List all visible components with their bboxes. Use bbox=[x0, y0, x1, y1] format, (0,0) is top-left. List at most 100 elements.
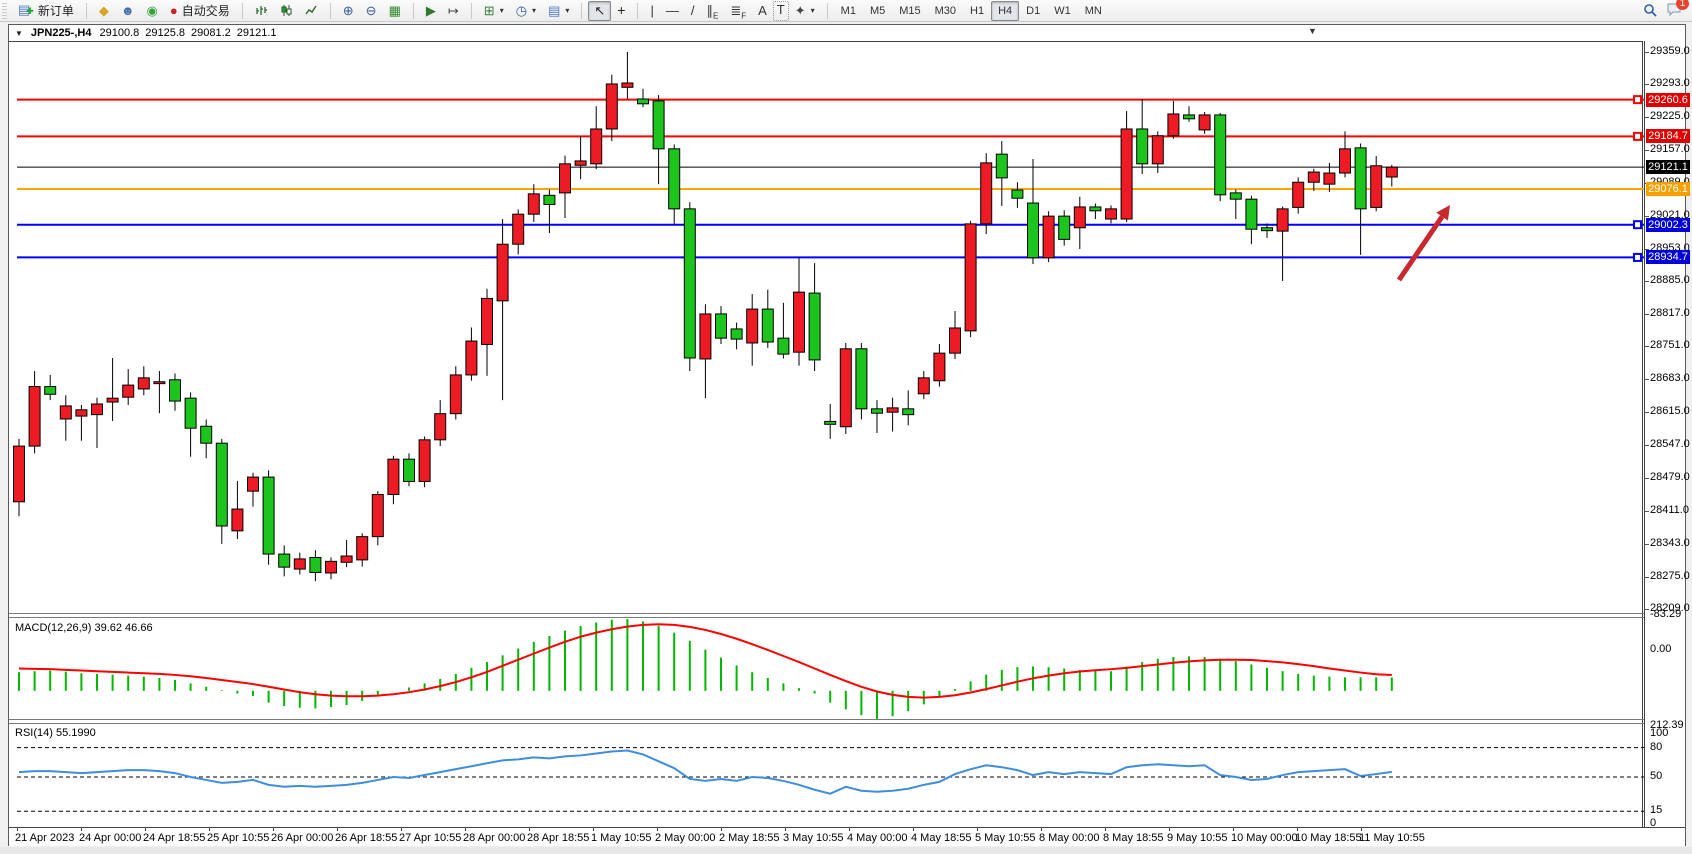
price-axis[interactable]: 29359.029293.029225.029157.029089.029021… bbox=[1644, 41, 1685, 827]
timeframe-w1[interactable]: W1 bbox=[1047, 1, 1078, 21]
zoom-in-icon[interactable]: ⊕ bbox=[337, 1, 360, 21]
template-icon: ▤ bbox=[548, 4, 560, 17]
rsi-panel[interactable] bbox=[17, 728, 1652, 826]
time-axis-label: 2 May 18:55 bbox=[719, 832, 780, 844]
timeframe-m15[interactable]: M15 bbox=[892, 1, 927, 21]
price-axis-label: 28817.0 bbox=[1650, 307, 1690, 319]
vertical-line-tool-icon[interactable]: | bbox=[644, 1, 659, 21]
indicators-button[interactable]: ⊞▾ bbox=[478, 1, 510, 21]
time-tick-mark bbox=[209, 828, 210, 831]
price-line-badge: 29121.1 bbox=[1646, 160, 1690, 174]
time-axis-label: 4 May 18:55 bbox=[911, 832, 972, 844]
line-chart-icon[interactable] bbox=[299, 1, 324, 21]
tile-windows-icon[interactable]: ▦ bbox=[383, 1, 407, 21]
trendline-tool-icon[interactable]: / bbox=[685, 1, 701, 21]
time-tick-mark bbox=[977, 828, 978, 831]
price-axis-label: -83.29 bbox=[1650, 608, 1681, 620]
time-axis-label: 1 May 10:55 bbox=[591, 832, 652, 844]
notification-badge: 1 bbox=[1676, 0, 1689, 10]
search-icon[interactable] bbox=[1643, 3, 1658, 18]
text-tool-icon[interactable]: A bbox=[752, 1, 773, 21]
time-tick-mark bbox=[657, 828, 658, 831]
price-axis-label: 15 bbox=[1650, 804, 1662, 816]
time-tick-mark bbox=[1105, 828, 1106, 831]
signal-icon[interactable]: ◉ bbox=[141, 1, 164, 21]
time-tick-mark bbox=[145, 828, 146, 831]
axis-tick-mark bbox=[1645, 445, 1649, 446]
time-axis-label: 9 May 10:55 bbox=[1167, 832, 1228, 844]
chart-window: ▼ JPN225-,H4 29100.8 29125.8 29081.2 291… bbox=[8, 24, 1686, 846]
timeframe-m30[interactable]: M30 bbox=[928, 1, 963, 21]
chart-shift-icon[interactable]: ↦ bbox=[442, 1, 465, 21]
bar-chart-icon[interactable] bbox=[249, 1, 274, 21]
time-tick-mark bbox=[273, 828, 274, 831]
candlestick-icon[interactable] bbox=[274, 1, 299, 21]
time-tick-mark bbox=[81, 828, 82, 831]
profile-icon[interactable]: ☻ bbox=[115, 1, 141, 21]
horizontal-line-tool-icon[interactable]: — bbox=[660, 1, 685, 21]
panel-separator bbox=[9, 723, 1685, 724]
time-axis-label: 8 May 18:55 bbox=[1103, 832, 1164, 844]
autotrade-button[interactable]: ● 自动交易 bbox=[164, 1, 236, 21]
timeframe-toolbar: M1 M5 M15 M30 H1 H4 D1 W1 MN bbox=[831, 0, 1112, 22]
channel-tool-icon[interactable]: ∥E bbox=[700, 1, 724, 21]
crosshair-tool-icon[interactable]: + bbox=[611, 1, 631, 21]
panel-separator[interactable] bbox=[9, 613, 1685, 614]
panel-separator[interactable] bbox=[9, 719, 1685, 720]
price-axis-label: 28343.0 bbox=[1650, 537, 1690, 549]
time-axis-label: 25 Apr 10:55 bbox=[207, 832, 269, 844]
axis-tick-mark bbox=[1645, 544, 1649, 545]
chart-shift-marker[interactable]: ▼ bbox=[1308, 26, 1317, 36]
timeframe-m1[interactable]: M1 bbox=[834, 1, 863, 21]
clock-icon: ◷ bbox=[516, 4, 527, 17]
shapes-tool-button[interactable]: ✦▾ bbox=[789, 1, 821, 21]
cursor-tool-icon[interactable]: ↖ bbox=[588, 1, 611, 21]
time-axis-label: 24 Apr 00:00 bbox=[79, 832, 141, 844]
time-axis-label: 5 May 10:55 bbox=[975, 832, 1036, 844]
new-order-button[interactable]: ▤✚ 新订单 bbox=[12, 1, 80, 21]
timeframe-d1[interactable]: D1 bbox=[1019, 1, 1047, 21]
market-watch-icon[interactable]: ◆ bbox=[93, 1, 115, 21]
time-tick-mark bbox=[401, 828, 402, 831]
time-axis-label: 28 Apr 18:55 bbox=[527, 832, 589, 844]
timeframe-h1[interactable]: H1 bbox=[963, 1, 991, 21]
macd-histogram-layer bbox=[19, 619, 1392, 719]
timeframe-mn[interactable]: MN bbox=[1078, 1, 1109, 21]
periods-button[interactable]: ◷▾ bbox=[510, 1, 542, 21]
ohlc-open-value: 29100.8 bbox=[99, 27, 139, 39]
autoscroll-icon[interactable]: ▶ bbox=[420, 1, 442, 21]
axis-tick-mark bbox=[1645, 52, 1649, 53]
time-axis-label: 10 May 00:00 bbox=[1231, 832, 1298, 844]
label-tool-icon[interactable]: T bbox=[773, 1, 789, 21]
price-panel[interactable] bbox=[17, 41, 1652, 613]
dropdown-arrow-icon: ▾ bbox=[565, 6, 569, 15]
fibonacci-tool-icon[interactable]: ≣F bbox=[724, 1, 752, 21]
templates-button[interactable]: ▤▾ bbox=[542, 1, 575, 21]
time-axis-label: 26 Apr 18:55 bbox=[335, 832, 397, 844]
timeframe-h4[interactable]: H4 bbox=[991, 1, 1019, 21]
axis-tick-mark bbox=[1645, 249, 1649, 250]
zoom-out-icon[interactable]: ⊖ bbox=[360, 1, 383, 21]
collapse-panel-icon[interactable]: ▼ bbox=[15, 29, 23, 38]
time-tick-mark bbox=[465, 828, 466, 831]
price-axis-label: 28751.0 bbox=[1650, 339, 1690, 351]
timeframe-m5[interactable]: M5 bbox=[863, 1, 892, 21]
time-tick-mark bbox=[1169, 828, 1170, 831]
autotrade-icon: ● bbox=[170, 4, 178, 17]
price-line-badge: 29076.1 bbox=[1646, 182, 1690, 196]
notifications-button[interactable]: 1 bbox=[1666, 2, 1682, 20]
rsi-line bbox=[19, 751, 1392, 794]
price-axis-label: 28411.0 bbox=[1650, 504, 1689, 516]
time-tick-mark bbox=[1361, 828, 1362, 831]
price-axis-label: 28683.0 bbox=[1650, 372, 1690, 384]
price-axis-label: 29293.0 bbox=[1650, 77, 1690, 89]
time-axis-label: 3 May 10:55 bbox=[783, 832, 844, 844]
price-line-badge: 29184.7 bbox=[1646, 129, 1690, 143]
time-axis[interactable]: 21 Apr 202324 Apr 00:0024 Apr 18:5525 Ap… bbox=[9, 827, 1685, 846]
macd-panel[interactable] bbox=[17, 619, 1652, 719]
toolbar-grip bbox=[2, 3, 7, 19]
candles-layer bbox=[14, 52, 1398, 581]
axis-tick-mark bbox=[1645, 609, 1649, 610]
time-tick-mark bbox=[1041, 828, 1042, 831]
macd-indicator-label: MACD(12,26,9) 39.62 46.66 bbox=[15, 622, 153, 634]
